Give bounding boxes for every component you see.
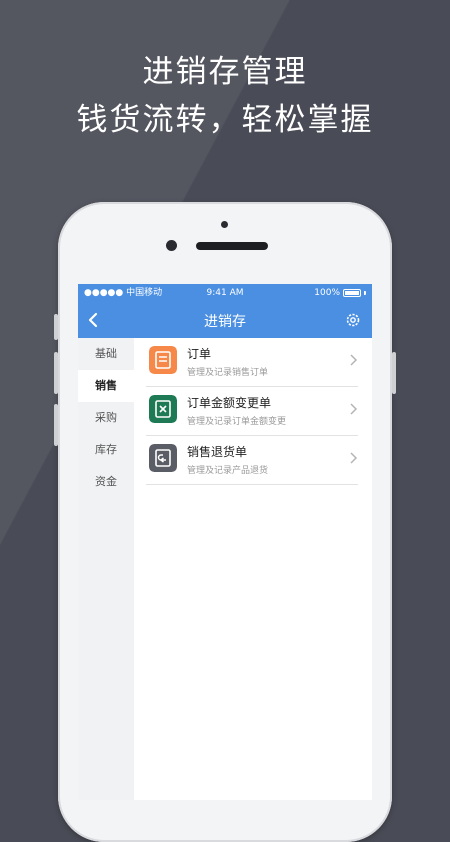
list-item-order[interactable]: 订单 管理及记录销售订单 (146, 338, 358, 387)
list-item-title: 订单 (187, 347, 212, 361)
sidebar-item-label: 基础 (95, 347, 117, 360)
phone-screen: ●●●●● 中国移动 9:41 AM 100% 进销存 基础 销售 采购 库存 (78, 284, 372, 800)
list-item-subtitle: 管理及记录销售订单 (187, 368, 269, 378)
proximity-sensor (221, 221, 228, 228)
promo-subtitle: 钱货流转，轻松掌握 (76, 102, 374, 138)
amount-change-icon (149, 395, 177, 423)
volume-up-button (54, 352, 58, 394)
return-icon (149, 444, 177, 472)
chevron-right-icon (350, 403, 358, 415)
page-title: 进销存 (204, 314, 246, 330)
sidebar-item-label: 资金 (95, 475, 117, 488)
sidebar-item-sales[interactable]: 销售 (78, 370, 134, 402)
power-button (392, 352, 396, 394)
sidebar-item-purchase[interactable]: 采购 (78, 402, 134, 434)
sidebar-item-label: 库存 (95, 443, 117, 456)
order-icon (149, 346, 177, 374)
list-item-amount-change[interactable]: 订单金额变更单 管理及记录订单金额变更 (146, 387, 358, 436)
front-camera (166, 240, 177, 251)
list-item-subtitle: 管理及记录产品退货 (187, 466, 269, 476)
battery-status: 100% (314, 284, 366, 302)
chevron-right-icon (350, 354, 358, 366)
sidebar-item-label: 销售 (95, 379, 117, 392)
list-item-title: 销售退货单 (187, 445, 248, 459)
battery-percent: 100% (314, 288, 340, 298)
list-item-sales-return[interactable]: 销售退货单 管理及记录产品退货 (146, 436, 358, 485)
mute-switch (54, 314, 58, 340)
function-list: 订单 管理及记录销售订单 订单金额变更单 管理及记录订单金额变更 销售退货单 管… (134, 338, 372, 800)
promo-title: 进销存管理 (142, 54, 308, 90)
sidebar-item-funds[interactable]: 资金 (78, 466, 134, 498)
nav-bar: 进销存 (78, 302, 372, 338)
list-item-subtitle: 管理及记录订单金额变更 (187, 417, 287, 427)
gear-icon[interactable] (344, 311, 362, 329)
sidebar-item-label: 采购 (95, 411, 117, 424)
earpiece-speaker (196, 242, 268, 250)
chevron-right-icon (350, 452, 358, 464)
battery-tip (364, 291, 366, 295)
list-item-title: 订单金额变更单 (187, 396, 272, 410)
sidebar-item-basic[interactable]: 基础 (78, 338, 134, 370)
sidebar-item-inventory[interactable]: 库存 (78, 434, 134, 466)
category-sidebar: 基础 销售 采购 库存 资金 (78, 338, 134, 800)
battery-icon (343, 289, 361, 297)
status-bar: ●●●●● 中国移动 9:41 AM 100% (78, 284, 372, 302)
volume-down-button (54, 404, 58, 446)
